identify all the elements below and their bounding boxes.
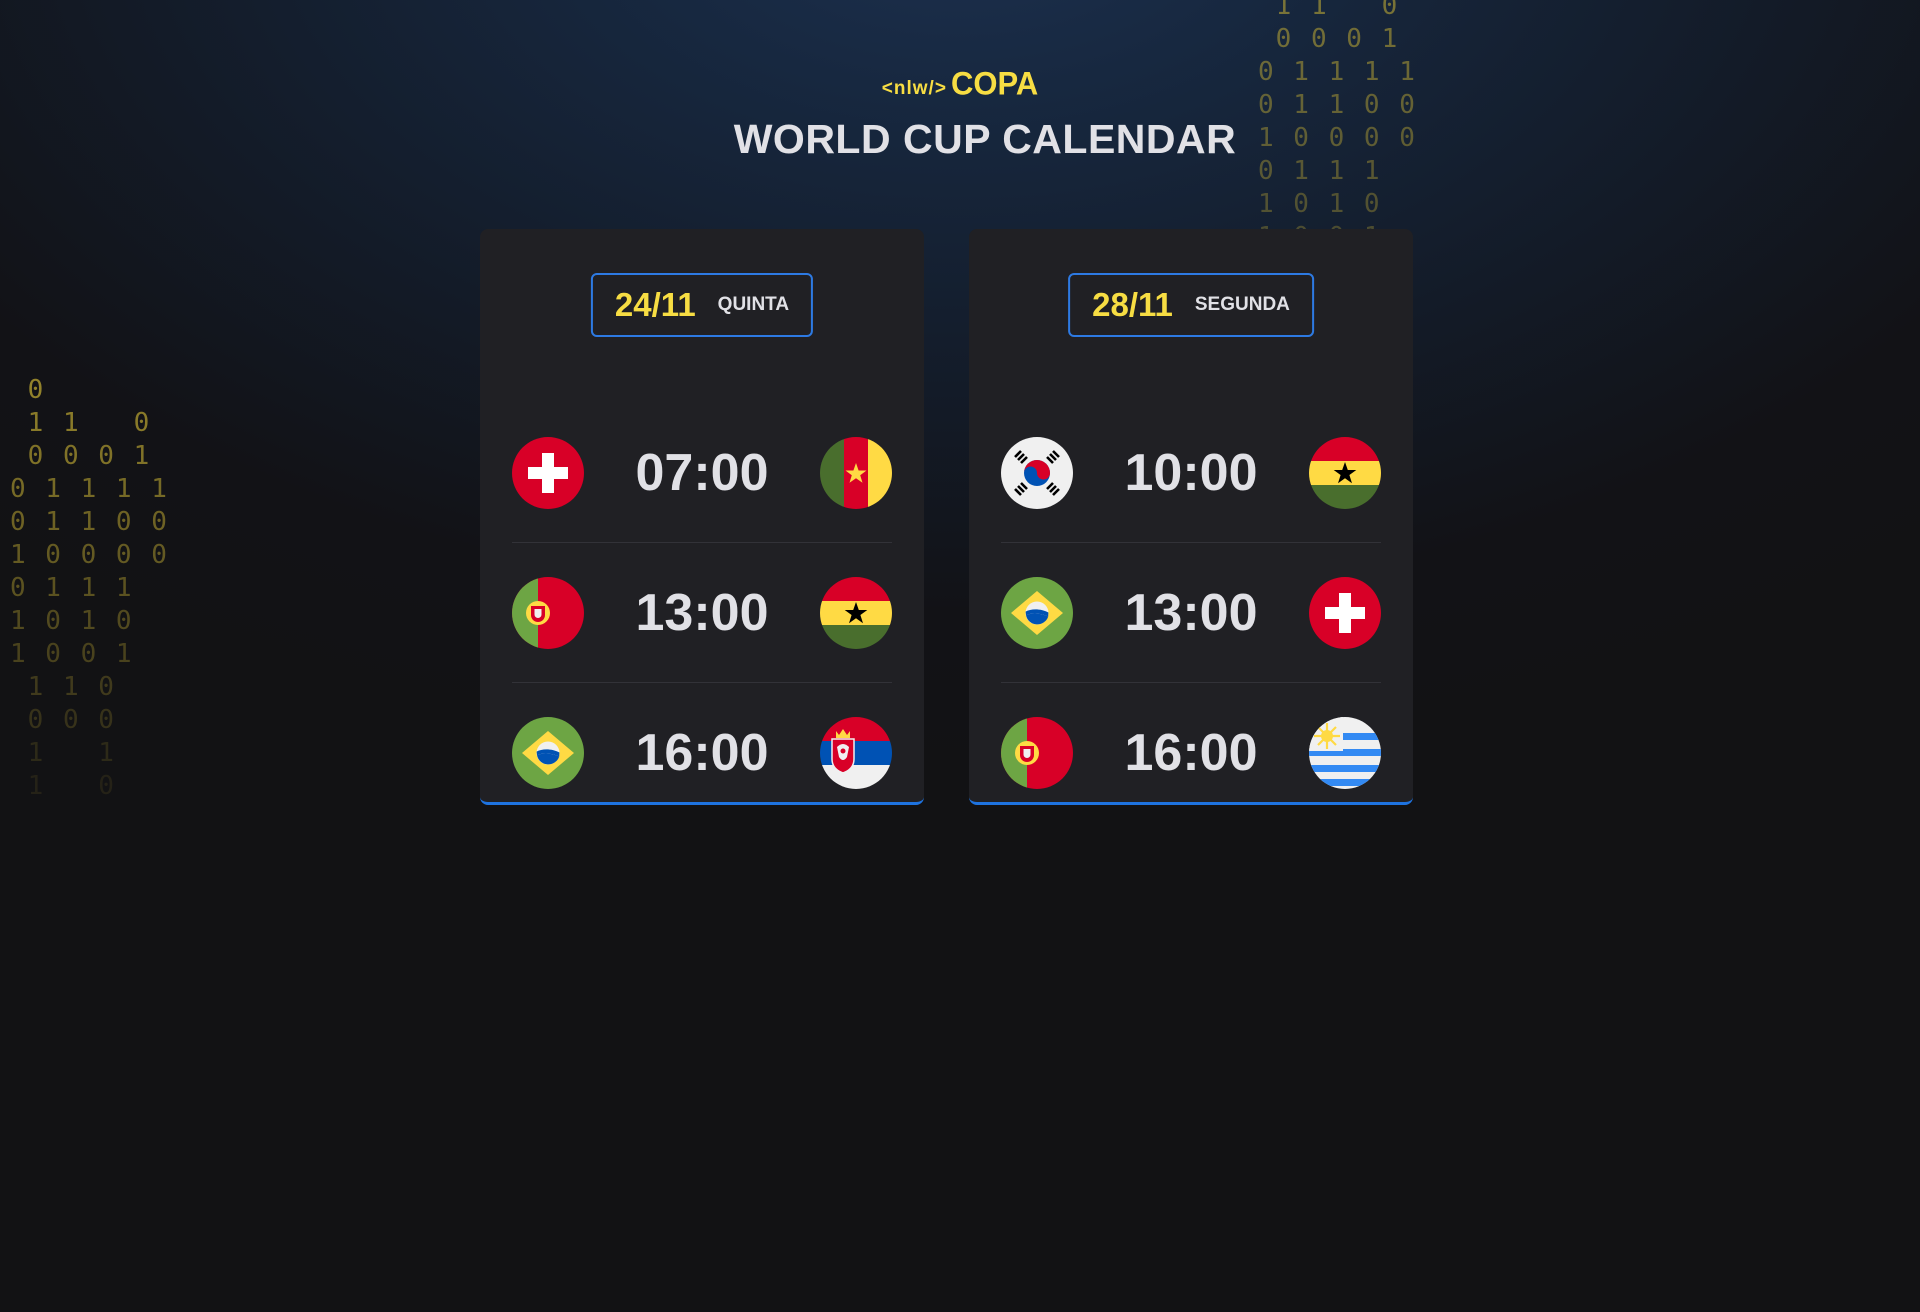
binary-digit-line: 0 0 0 1 [10, 441, 152, 471]
brazil-flag-icon [1001, 576, 1073, 649]
match-day-card: 28/11 SEGUNDA 10:00 13:00 16:00 [969, 229, 1413, 805]
game-time: 07:00 [635, 443, 769, 502]
games-list: 10:00 13:00 16:00 [1001, 403, 1381, 822]
south-korea-flag-icon [1001, 436, 1073, 509]
binary-digit-line: 1 1 0 [10, 672, 116, 702]
cameroon-flag-icon [820, 436, 892, 509]
binary-digit-line: 0 1 1 0 0 [10, 507, 169, 537]
game-time: 16:00 [1124, 723, 1258, 782]
ghana-flag-icon [1309, 436, 1381, 509]
game-row: 16:00 [1001, 683, 1381, 822]
uruguay-flag-icon [1309, 716, 1381, 789]
game-row: 13:00 [1001, 543, 1381, 683]
games-list: 07:00 13:00 16:00 [512, 403, 892, 822]
binary-digit-line: 1 1 0 [1258, 0, 1400, 21]
game-row: 10:00 [1001, 403, 1381, 543]
binary-digit-line: 1 0 0 1 [10, 639, 134, 669]
binary-digit-line: 1 0 1 0 [10, 606, 134, 636]
date-number: 24/11 [614, 286, 696, 323]
binary-digit-line: 0 0 0 [10, 705, 116, 735]
binary-digit-line: 1 1 [10, 738, 116, 768]
portugal-flag-icon [512, 576, 584, 649]
binary-digit-line: 0 1 1 1 1 [10, 474, 169, 504]
binary-digit-line: 0 1 1 1 [10, 573, 134, 603]
date-weekday: QUINTA [717, 294, 790, 315]
date-number: 28/11 [1092, 286, 1173, 323]
binary-digit-line: 0 [10, 375, 46, 405]
date-badge: 24/11 QUINTA [590, 273, 814, 337]
binary-digit-line: 0 0 0 1 [1258, 24, 1400, 54]
brazil-flag-icon [512, 716, 584, 789]
game-time: 10:00 [1124, 443, 1258, 502]
game-time: 13:00 [1124, 583, 1258, 642]
date-badge: 28/11 SEGUNDA [1068, 273, 1314, 337]
page-header: <nlw/> COPA WORLD CUP CALENDAR [0, 65, 1920, 163]
game-row: 13:00 [512, 543, 892, 683]
binary-digit-line: 1 0 1 0 [1258, 189, 1382, 219]
page-title: WORLD CUP CALENDAR [733, 116, 1237, 162]
game-row: 07:00 [512, 403, 892, 543]
binary-digit-line: 1 0 0 0 0 [10, 540, 169, 570]
ghana-flag-icon [820, 576, 892, 649]
logo-word: COPA [950, 65, 1039, 102]
logo-tag: <nlw/> [881, 78, 947, 99]
binary-decoration-left: 0 1 1 0 0 0 0 10 1 1 1 10 1 1 0 01 0 0 0… [10, 374, 169, 803]
nlw-copa-logo: <nlw/> COPA [881, 65, 1039, 102]
serbia-flag-icon [820, 716, 892, 789]
game-time: 13:00 [635, 583, 769, 642]
switzerland-flag-icon [1309, 576, 1381, 649]
portugal-flag-icon [1001, 716, 1073, 789]
binary-digit-line: 1 1 0 [10, 408, 152, 438]
binary-digit-line: 1 0 [10, 771, 116, 801]
game-row: 16:00 [512, 683, 892, 822]
date-weekday: SEGUNDA [1194, 294, 1290, 315]
match-day-card: 24/11 QUINTA 07:00 13:00 16:00 [480, 229, 924, 805]
game-time: 16:00 [635, 723, 769, 782]
switzerland-flag-icon [512, 436, 584, 509]
